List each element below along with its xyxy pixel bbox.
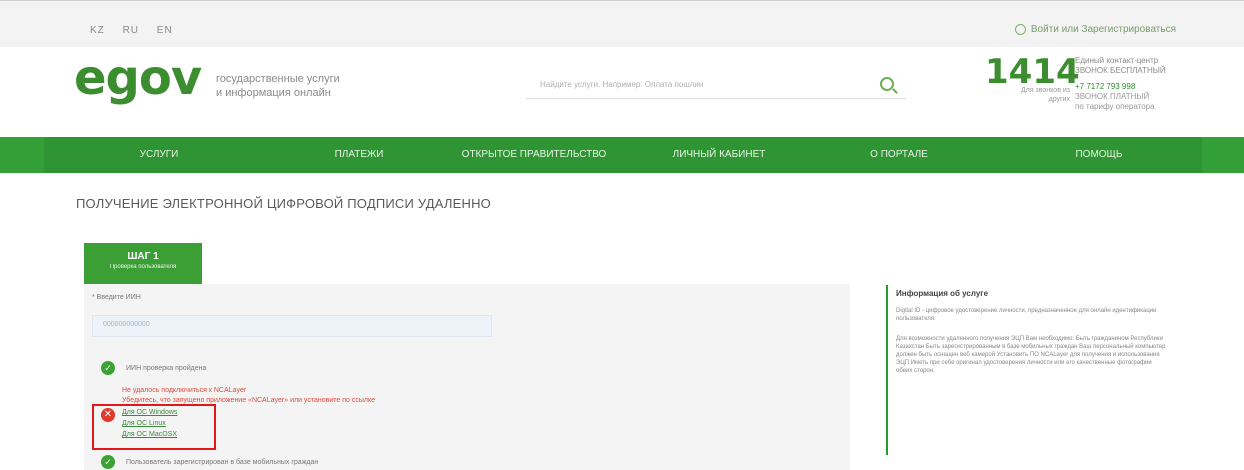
info-paragraph-1: Digital ID - цифровое удостоверение личн… xyxy=(896,308,1157,322)
lang-kz[interactable]: KZ xyxy=(90,25,105,36)
egov-logo[interactable]: egov xyxy=(74,54,202,102)
iin-field[interactable]: 000000000000 xyxy=(92,315,492,337)
abroad-line-2: других xyxy=(1048,96,1070,103)
info-paragraph-2: Для возможности удаленного получения ЭЦП… xyxy=(896,336,1166,374)
user-icon xyxy=(1014,24,1026,35)
tagline-line-1: государственные услуги xyxy=(216,73,340,85)
nav-item-about[interactable]: О ПОРТАЛЕ xyxy=(844,137,954,173)
search-icon[interactable] xyxy=(880,77,894,91)
tagline: государственные услуги и информация онла… xyxy=(216,72,340,100)
nav-item-cabinet[interactable]: ЛИЧНЫЙ КАБИНЕТ xyxy=(654,137,784,173)
service-info: Информация об услуге Digital ID - цифров… xyxy=(886,285,1173,455)
page-title: ПОЛУЧЕНИЕ ЭЛЕКТРОННОЙ ЦИФРОВОЙ ПОДПИСИ У… xyxy=(76,196,491,211)
phone2-note-2: по тарифу оператора xyxy=(1075,102,1155,111)
abroad-line-1: Для звонков из xyxy=(1021,87,1070,94)
phone-info: Единый контакт-центр ЗВОНОК БЕСПЛАТНЫЙ xyxy=(1075,56,1166,76)
phone2-note-1: ЗВОНОК ПЛАТНЫЙ xyxy=(1075,92,1150,101)
nav-inner: УСЛУГИ ПЛАТЕЖИ ОТКРЫТОЕ ПРАВИТЕЛЬСТВО ЛИ… xyxy=(44,137,1202,173)
iin-value: 000000000000 xyxy=(103,321,150,328)
search-input[interactable]: Найдите услуги. Например: Оплата пошлин xyxy=(526,72,906,99)
top-bar: KZ RU EN Войти или Зарегистрироваться xyxy=(0,0,1244,47)
nav-item-payments[interactable]: ПЛАТЕЖИ xyxy=(304,137,414,173)
step-sub: Проверка пользователя xyxy=(109,264,177,270)
check-icon: ✓ xyxy=(101,455,115,469)
row3-text: Пользователь зарегистрирован в базе моби… xyxy=(126,459,319,466)
iin-label: * Введите ИИН xyxy=(92,294,141,301)
step-label: ШАГ 1 xyxy=(127,251,159,262)
lang-en[interactable]: EN xyxy=(157,25,173,36)
abroad-note: Для звонков из других xyxy=(990,86,1070,104)
error-text-1: Не удалось подключиться к NCALayer xyxy=(122,387,247,394)
info-heading: Информация об услуге xyxy=(896,289,989,298)
nav-item-services[interactable]: УСЛУГИ xyxy=(104,137,214,173)
language-switcher: KZ RU EN xyxy=(90,25,187,36)
lang-ru[interactable]: RU xyxy=(123,25,139,36)
link-windows[interactable]: Для ОС Windows xyxy=(122,409,177,416)
phone2-info: +7 7172 793 998 ЗВОНОК ПЛАТНЫЙ по тарифу… xyxy=(1075,82,1155,112)
login-link[interactable]: Войти или Зарегистрироваться xyxy=(1014,24,1176,36)
phone-note-1: Единый контакт-центр xyxy=(1075,56,1159,65)
login-label: Войти или Зарегистрироваться xyxy=(1030,24,1176,36)
tagline-line-2: и информация онлайн xyxy=(216,87,331,99)
link-macosx[interactable]: Для ОС MacOSX xyxy=(122,431,177,438)
check-icon: ✓ xyxy=(101,361,115,375)
phone2-number: +7 7172 793 998 xyxy=(1075,82,1136,91)
step-tab: ШАГ 1 Проверка пользователя xyxy=(84,243,202,293)
search-placeholder: Найдите услуги. Например: Оплата пошлин xyxy=(540,80,704,89)
nav-item-help[interactable]: ПОМОЩЬ xyxy=(1044,137,1154,173)
main-nav: УСЛУГИ ПЛАТЕЖИ ОТКРЫТОЕ ПРАВИТЕЛЬСТВО ЛИ… xyxy=(0,137,1244,173)
logo-text: egov xyxy=(74,50,202,106)
phone-note-2: ЗВОНОК БЕСПЛАТНЫЙ xyxy=(1075,66,1166,75)
nav-item-open-government[interactable]: ОТКРЫТОЕ ПРАВИТЕЛЬСТВО xyxy=(444,137,624,173)
row1-text: ИИН проверка пройдена xyxy=(126,365,207,372)
link-linux[interactable]: Для ОС Linux xyxy=(122,420,166,427)
